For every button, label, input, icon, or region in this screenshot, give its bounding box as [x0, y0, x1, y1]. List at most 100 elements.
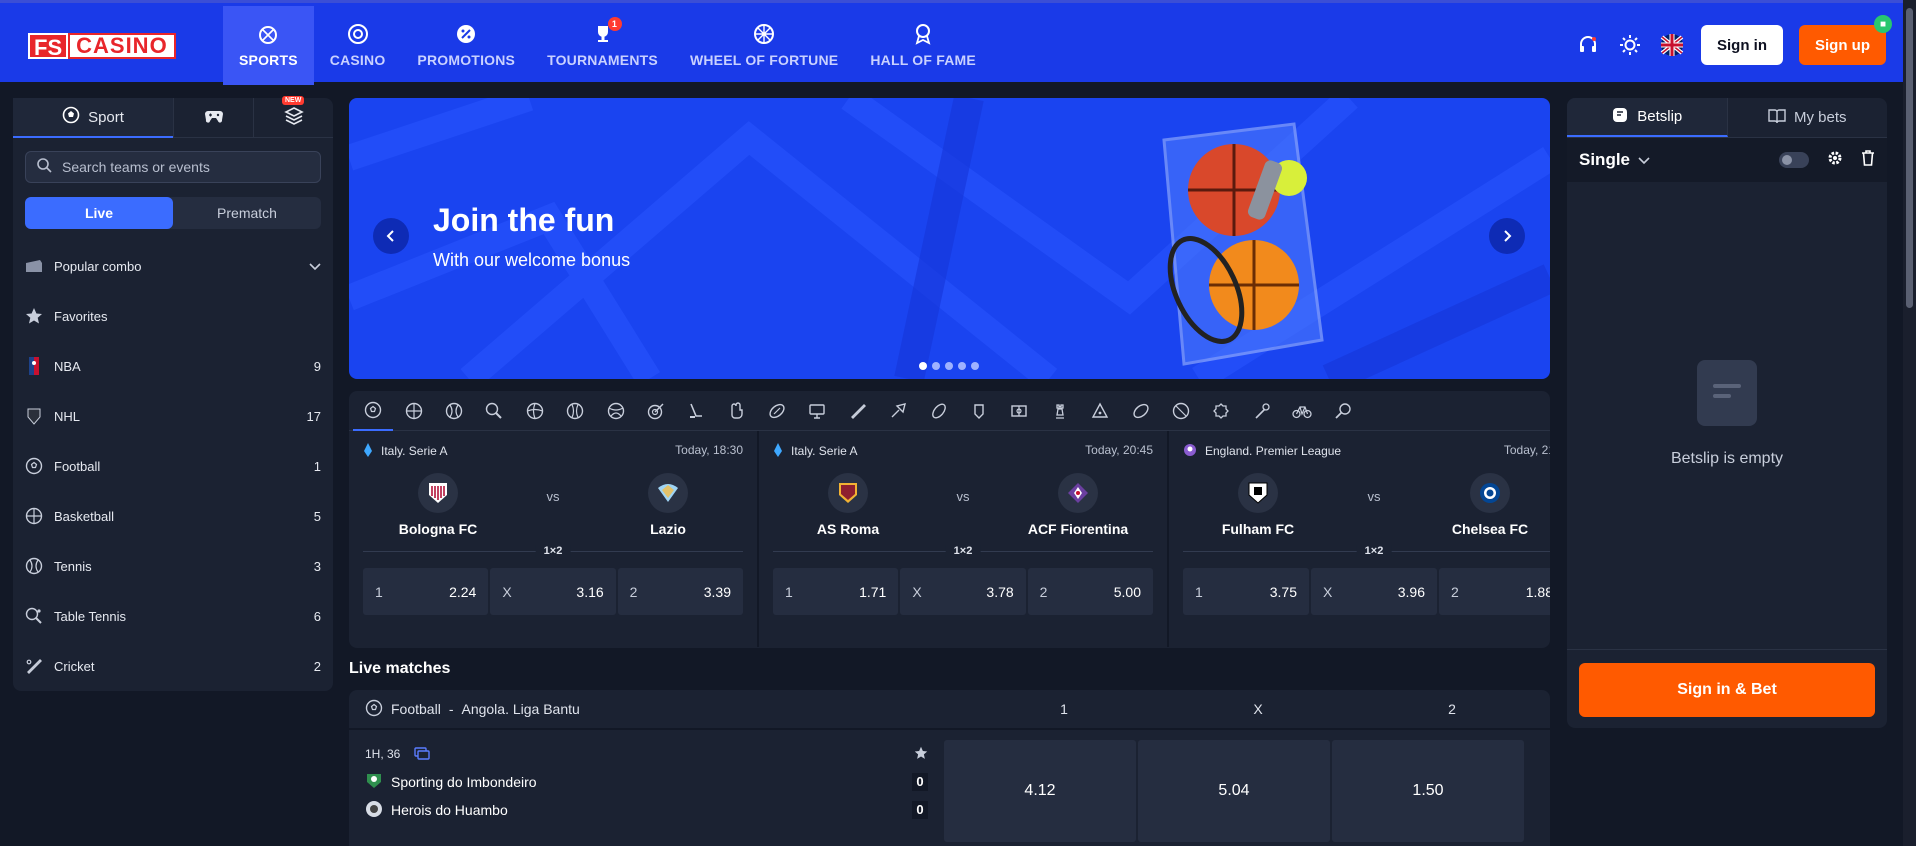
banner-dot[interactable] — [958, 362, 966, 370]
banner-prev-button[interactable] — [373, 218, 409, 254]
nav-sports[interactable]: SPORTS — [223, 6, 314, 85]
live-match-row[interactable]: 1H, 36 Sporting do Imbondeiro 0 Herois d… — [349, 730, 1550, 846]
filter-squash-icon[interactable] — [1322, 391, 1362, 431]
search-input[interactable] — [62, 159, 302, 175]
sidebar-item-popular-combo[interactable]: Popular combo — [13, 241, 333, 291]
sidebar-item-nhl[interactable]: NHL 17 — [13, 391, 333, 441]
settings-gear-icon[interactable] — [1827, 150, 1843, 171]
odd-button-away[interactable]: 2 3.39 — [617, 568, 743, 615]
tennis-ball-icon — [25, 557, 43, 575]
odd-button-home[interactable]: 1 1.71 — [773, 568, 899, 615]
promo-banner[interactable]: Join the fun With our welcome bonus — [349, 98, 1550, 379]
tab-sport[interactable]: Sport — [13, 98, 173, 138]
odd-button-away[interactable]: 2 5.00 — [1027, 568, 1153, 615]
filter-boxing-icon[interactable] — [717, 391, 757, 431]
banner-next-button[interactable] — [1489, 218, 1525, 254]
banner-dot[interactable] — [971, 362, 979, 370]
filter-american-football-icon[interactable] — [757, 391, 797, 431]
filter-aussie-rules-icon[interactable] — [1120, 391, 1160, 431]
nav-wheel-of-fortune[interactable]: WHEEL OF FORTUNE — [674, 6, 854, 85]
column-away: 2 — [1448, 701, 1456, 717]
filter-bandy-icon[interactable] — [1201, 391, 1241, 431]
odd-value: 1.88 — [1525, 583, 1550, 600]
odd-button-home[interactable]: 1 3.75 — [1183, 568, 1309, 615]
odd-button-draw[interactable]: X 3.78 — [900, 568, 1026, 615]
filter-water-polo-icon[interactable] — [1161, 391, 1201, 431]
nav-hall-of-fame[interactable]: HALL OF FAME — [854, 6, 992, 85]
toggle-live[interactable]: Live — [25, 197, 173, 229]
language-uk-flag-icon[interactable] — [1659, 32, 1685, 58]
tab-my-bets[interactable]: My bets — [1728, 98, 1888, 137]
live-stream-icon[interactable] — [414, 746, 431, 763]
odd-button-draw[interactable]: X 3.96 — [1311, 568, 1437, 615]
nav-promotions[interactable]: PROMOTIONS — [401, 6, 531, 85]
sidebar-item-cricket[interactable]: Cricket 2 — [13, 641, 333, 691]
sign-up-button[interactable]: Sign up ■ — [1799, 15, 1892, 65]
scrollbar-thumb[interactable] — [1906, 8, 1913, 308]
filter-basketball-icon[interactable] — [393, 391, 433, 431]
theme-sun-icon[interactable] — [1617, 32, 1643, 58]
filter-table-tennis-icon[interactable] — [474, 391, 514, 431]
tab-betslip[interactable]: Betslip — [1567, 98, 1728, 137]
filter-badminton-icon[interactable] — [878, 391, 918, 431]
premier-league-icon — [1183, 443, 1197, 460]
sidebar-item-football[interactable]: Football 1 — [13, 441, 333, 491]
filter-tennis-icon[interactable] — [434, 391, 474, 431]
filter-cycling-icon[interactable] — [1282, 391, 1322, 431]
sidebar-item-basketball[interactable]: Basketball 5 — [13, 491, 333, 541]
filter-football-icon[interactable] — [353, 391, 394, 431]
filter-volleyball-icon[interactable] — [515, 391, 555, 431]
sidebar-item-favorites[interactable]: Favorites — [13, 291, 333, 341]
sidebar-item-tennis[interactable]: Tennis 3 — [13, 541, 333, 591]
live-odd-away[interactable]: 1.50 — [1332, 740, 1524, 842]
filter-rugby-icon[interactable] — [918, 391, 958, 431]
casino-chip-icon — [347, 23, 369, 45]
tab-layers[interactable]: NEW — [253, 96, 333, 138]
banner-dot[interactable] — [919, 362, 927, 370]
sign-in-button[interactable]: Sign in — [1701, 25, 1783, 65]
quick-bet-toggle[interactable] — [1779, 152, 1809, 168]
league-name: England. Premier League — [1205, 444, 1342, 458]
match-card[interactable]: England. Premier League Today, 21:0 Fulh… — [1169, 431, 1550, 647]
nav-casino[interactable]: CASINO — [314, 6, 402, 85]
filter-baseball-icon[interactable] — [555, 391, 595, 431]
tab-esports[interactable] — [173, 98, 253, 138]
filter-hockey-icon[interactable] — [676, 391, 716, 431]
filter-cricket-icon[interactable] — [838, 391, 878, 431]
match-card[interactable]: Italy. Serie A Today, 20:45 AS Roma vs A… — [759, 431, 1169, 647]
banner-dot[interactable] — [945, 362, 953, 370]
filter-mma-icon[interactable] — [959, 391, 999, 431]
live-odd-draw[interactable]: 5.04 — [1138, 740, 1330, 842]
banner-dot[interactable] — [932, 362, 940, 370]
odd-button-home[interactable]: 1 2.24 — [363, 568, 489, 615]
toggle-prematch[interactable]: Prematch — [173, 197, 321, 229]
filter-handball-icon[interactable] — [595, 391, 635, 431]
odd-value: 1.71 — [859, 583, 887, 600]
support-headset-icon[interactable] — [1575, 32, 1601, 58]
filter-esports-icon[interactable] — [797, 391, 837, 431]
away-team: Chelsea FC — [1451, 521, 1529, 537]
fs-casino-logo[interactable]: FS CASINO — [28, 33, 176, 60]
bet-mode-dropdown[interactable]: Single — [1579, 150, 1650, 170]
odd-button-draw[interactable]: X 3.16 — [490, 568, 616, 615]
filter-futsal-icon[interactable] — [999, 391, 1039, 431]
filter-snooker-icon[interactable] — [1080, 391, 1120, 431]
soccer-ball-icon — [62, 106, 80, 128]
nav-tournaments[interactable]: 1 TOURNAMENTS — [531, 6, 674, 85]
nba-logo-icon — [25, 357, 43, 375]
odd-button-away[interactable]: 2 1.88 — [1439, 568, 1550, 615]
filter-darts-icon[interactable] — [636, 391, 676, 431]
filter-chess-icon[interactable] — [1040, 391, 1080, 431]
sidebar-item-count: 5 — [313, 508, 321, 524]
live-odd-home[interactable]: 4.12 — [944, 740, 1136, 842]
sport-filter-bar — [349, 391, 1550, 431]
trash-icon[interactable] — [1861, 149, 1875, 171]
favorite-star-icon[interactable] — [914, 746, 928, 763]
sidebar-item-table-tennis[interactable]: Table Tennis 6 — [13, 591, 333, 641]
sign-in-and-bet-button[interactable]: Sign in & Bet — [1579, 663, 1875, 717]
match-card[interactable]: Italy. Serie A Today, 18:30 Bologna FC v… — [349, 431, 759, 647]
filter-floorball-icon[interactable] — [1242, 391, 1282, 431]
sidebar-item-nba[interactable]: NBA 9 — [13, 341, 333, 391]
league-header[interactable]: Football - Angola. Liga Bantu 1 X 2 — [349, 690, 1550, 730]
page-scrollbar[interactable] — [1903, 0, 1916, 846]
